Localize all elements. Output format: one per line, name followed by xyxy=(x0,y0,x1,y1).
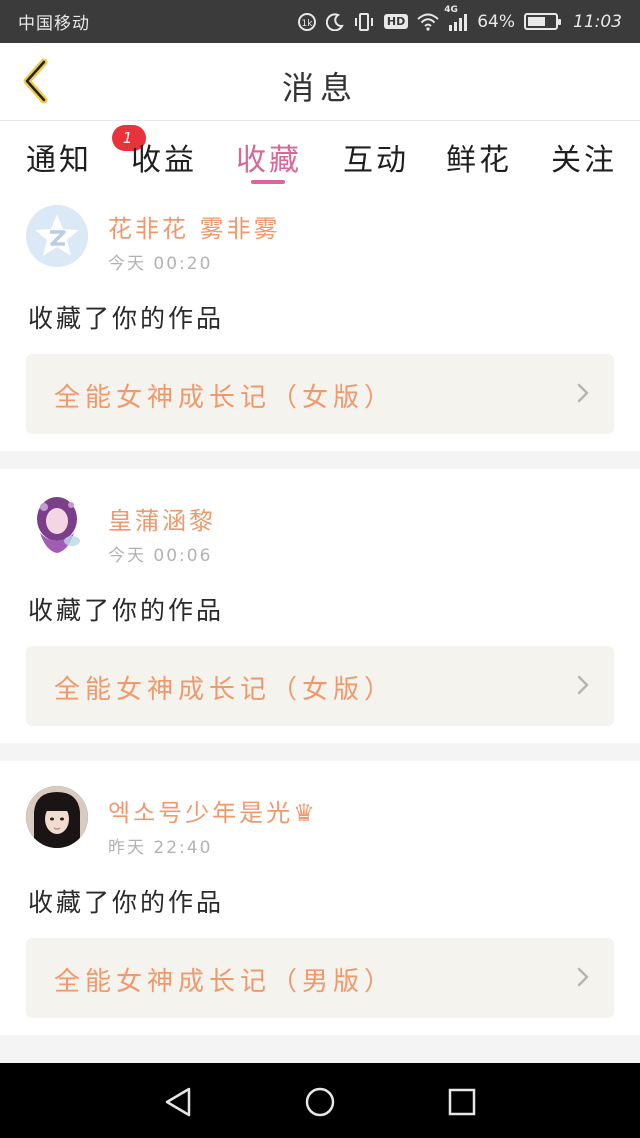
tab-label: 收益 xyxy=(131,143,197,178)
tab-earnings[interactable]: 收益 xyxy=(131,135,197,179)
svg-text:1k: 1k xyxy=(301,19,313,29)
moon-icon xyxy=(325,12,344,31)
user-photo-avatar-icon xyxy=(26,786,88,848)
tab-favorites[interactable]: 收藏 xyxy=(236,135,302,179)
work-title: 全能女神成长记（女版） xyxy=(54,675,396,705)
tab-label: 鲜花 xyxy=(446,143,512,178)
nav-home-button[interactable] xyxy=(300,1082,340,1122)
work-link[interactable]: 全能女神成长记（女版） xyxy=(26,646,614,726)
tab-label: 互动 xyxy=(343,143,409,178)
signal-icon: 4G xyxy=(444,5,468,31)
work-title: 全能女神成长记（男版） xyxy=(54,967,396,997)
tab-label: 收藏 xyxy=(236,143,302,178)
nav-back-button[interactable] xyxy=(158,1082,198,1122)
work-title: 全能女神成长记（女版） xyxy=(54,383,396,413)
work-link[interactable]: 全能女神成长记（女版） xyxy=(26,354,614,434)
tab-bar: 通知 1 收益 收藏 互动 鲜花 关注 xyxy=(0,121,640,193)
clock: 11:03 xyxy=(573,11,622,32)
tab-label: 关注 xyxy=(551,143,617,178)
battery-fill xyxy=(528,17,545,26)
tab-follows[interactable]: 关注 xyxy=(551,135,617,179)
divider xyxy=(0,743,640,761)
qzone-star-icon xyxy=(26,205,88,267)
chevron-right-icon xyxy=(577,967,589,987)
work-link[interactable]: 全能女神成长记（男版） xyxy=(26,938,614,1018)
status-icons: 1k HD 4G 64% 11:03 xyxy=(297,5,622,32)
carrier-label: 中国移动 xyxy=(18,14,90,34)
divider xyxy=(0,451,640,469)
action-text: 收藏了你的作品 xyxy=(28,596,225,625)
timestamp: 今天 00:06 xyxy=(108,546,213,566)
tab-notifications[interactable]: 通知 1 xyxy=(26,125,146,179)
tab-label: 通知 xyxy=(26,143,92,178)
system-nav-bar xyxy=(0,1063,640,1138)
data-saver-icon: 1k xyxy=(297,12,317,32)
chevron-right-icon xyxy=(577,675,589,695)
network-type-label: 4G xyxy=(444,4,458,15)
hd-icon: HD xyxy=(383,14,409,29)
action-text: 收藏了你的作品 xyxy=(28,888,225,917)
message-card: 엑소号少年是光♛ 昨天 22:40 收藏了你的作品 全能女神成长记（男版） xyxy=(0,761,640,1035)
message-card: 花非花 雾非雾 今天 00:20 收藏了你的作品 全能女神成长记（女版） xyxy=(0,193,640,451)
tab-interactions[interactable]: 互动 xyxy=(343,135,409,179)
username[interactable]: 皇蒲涵黎 xyxy=(108,501,216,536)
anime-girl-avatar-icon xyxy=(26,493,88,555)
battery-icon xyxy=(524,13,561,30)
app-header: 消息 xyxy=(0,43,640,121)
battery-percent: 64% xyxy=(477,11,515,32)
avatar[interactable] xyxy=(26,205,88,267)
vibrate-icon xyxy=(353,12,375,32)
circle-home-icon xyxy=(305,1087,335,1117)
avatar[interactable] xyxy=(26,493,88,555)
message-card: 皇蒲涵黎 今天 00:06 收藏了你的作品 全能女神成长记（女版） xyxy=(0,469,640,743)
username[interactable]: 엑소号少年是光♛ xyxy=(108,793,318,828)
timestamp: 昨天 22:40 xyxy=(108,838,213,858)
username[interactable]: 花非花 雾非雾 xyxy=(108,209,281,244)
timestamp: 今天 00:20 xyxy=(108,254,213,274)
wifi-icon xyxy=(417,13,439,31)
square-recents-icon xyxy=(448,1088,476,1116)
tab-flowers[interactable]: 鲜花 xyxy=(446,135,512,179)
avatar[interactable] xyxy=(26,786,88,848)
nav-recents-button[interactable] xyxy=(442,1082,482,1122)
chevron-right-icon xyxy=(577,383,589,403)
divider xyxy=(0,1035,640,1063)
page-title: 消息 xyxy=(281,69,358,107)
status-bar: 中国移动 1k HD 4G 64% 11:03 xyxy=(0,0,640,43)
triangle-back-icon xyxy=(165,1087,191,1117)
action-text: 收藏了你的作品 xyxy=(28,304,225,333)
active-tab-indicator xyxy=(251,180,285,184)
